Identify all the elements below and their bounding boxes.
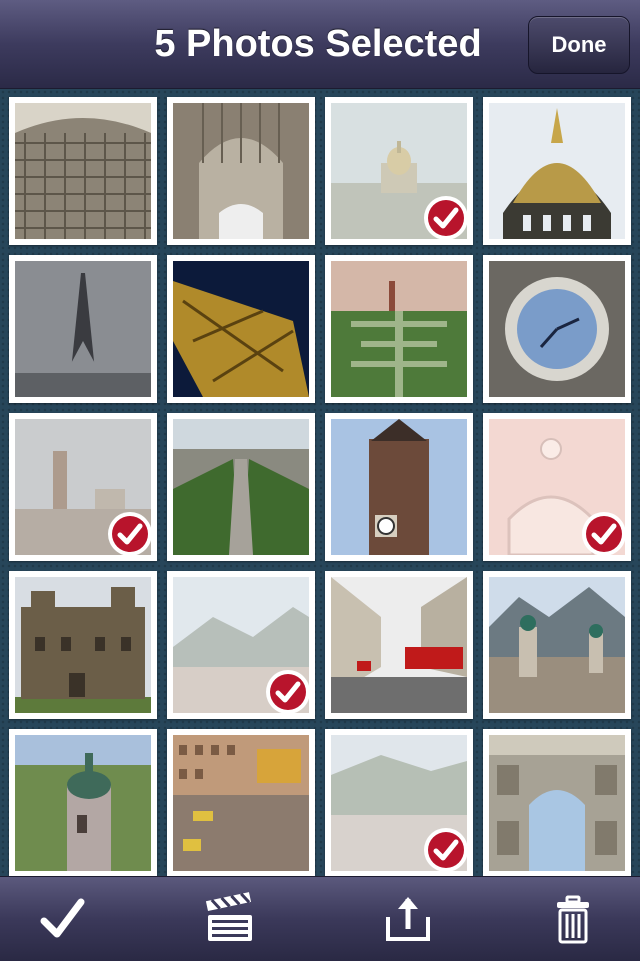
photo-thumbnail-golden-roof-square[interactable] — [167, 729, 315, 876]
photo-image — [173, 261, 309, 397]
photo-image — [173, 419, 309, 555]
photo-image — [173, 735, 309, 871]
checkmark-badge-icon — [579, 509, 629, 559]
photo-thumbnail-church-towers[interactable] — [9, 729, 157, 876]
photo-thumbnail-champs-elysees[interactable] — [167, 413, 315, 561]
photo-thumbnail-eiffel-tower[interactable] — [9, 255, 157, 403]
photo-thumbnail-valley-town[interactable] — [325, 729, 473, 876]
photo-thumbnail-alpine-church[interactable] — [483, 571, 631, 719]
clapperboard-icon[interactable] — [200, 889, 260, 949]
photo-thumbnail-golden-dome[interactable] — [483, 97, 631, 245]
photo-thumbnail-pink-ceiling[interactable] — [483, 413, 631, 561]
photo-thumbnail-regent-street[interactable] — [325, 571, 473, 719]
photo-thumbnail-mountain-town[interactable] — [167, 571, 315, 719]
photo-thumbnail-clock-face[interactable] — [483, 255, 631, 403]
photo-image — [15, 577, 151, 713]
photo-image — [489, 261, 625, 397]
photo-image — [331, 419, 467, 555]
photo-thumbnail-arch-vault[interactable] — [167, 97, 315, 245]
photo-image — [173, 103, 309, 239]
photo-thumbnail-invalides-view[interactable] — [325, 97, 473, 245]
photo-image — [489, 103, 625, 239]
photo-image — [489, 577, 625, 713]
photo-thumbnail-pantheon-ceiling[interactable] — [9, 97, 157, 245]
photo-image — [15, 261, 151, 397]
photo-thumbnail-champ-de-mars[interactable] — [325, 255, 473, 403]
navigation-bar: 5 Photos Selected Done — [0, 0, 640, 89]
bottom-toolbar — [0, 876, 640, 961]
photo-image — [489, 735, 625, 871]
done-button[interactable]: Done — [528, 16, 630, 74]
photo-grid — [0, 89, 640, 876]
checkmark-badge-icon — [263, 667, 313, 717]
photo-image — [331, 577, 467, 713]
photo-thumbnail-arc-de-triomphe[interactable] — [483, 729, 631, 876]
checkmark-badge-icon — [421, 825, 471, 875]
checkmark-badge-icon — [105, 509, 155, 559]
checkmark-badge-icon — [421, 193, 471, 243]
trash-icon[interactable] — [543, 889, 603, 949]
share-icon[interactable] — [378, 889, 438, 949]
checkmark-icon[interactable] — [32, 889, 92, 949]
photo-thumbnail-clock-tower[interactable] — [325, 413, 473, 561]
photo-image — [331, 261, 467, 397]
photo-image — [15, 103, 151, 239]
photo-thumbnail-castle[interactable] — [9, 571, 157, 719]
photo-thumbnail-montparnasse-skyline[interactable] — [9, 413, 157, 561]
photo-image — [15, 735, 151, 871]
photo-thumbnail-eiffel-night[interactable] — [167, 255, 315, 403]
